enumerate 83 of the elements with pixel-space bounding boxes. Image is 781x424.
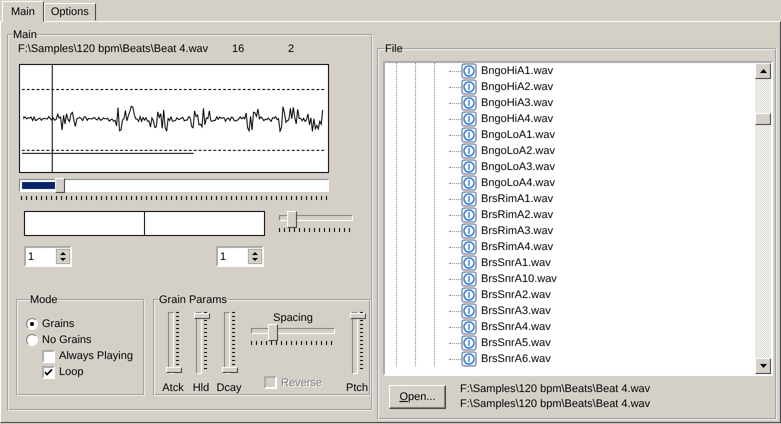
radio-button[interactable] xyxy=(26,318,38,330)
slider-label: Ptch xyxy=(346,382,368,394)
slider-thumb[interactable] xyxy=(350,313,366,319)
checkbox[interactable] xyxy=(42,366,55,378)
slider-label: Spacing xyxy=(273,312,313,324)
scroll-up-button[interactable] xyxy=(755,63,771,79)
file-name[interactable]: BngoLoA4.wav xyxy=(481,177,555,189)
file-path: F:\Samples\120 bpm\Beats\Beat 4.wav xyxy=(460,383,650,395)
file-name[interactable]: BngoLoA1.wav xyxy=(481,129,555,141)
slider-thumb[interactable] xyxy=(286,211,297,228)
spin-arrows-icon[interactable] xyxy=(56,249,70,264)
radio-label: Grains xyxy=(42,318,74,330)
audio-file-icon xyxy=(461,239,477,255)
file-path: F:\Samples\120 bpm\Beats\Beat 4.wav xyxy=(460,398,650,410)
down-arrow-icon xyxy=(760,364,766,368)
file-path: F:\Samples\120 bpm\Beats\Beat 4.wav xyxy=(18,43,210,57)
slider-label: Hld xyxy=(192,382,210,394)
file-name[interactable]: BrsRimA3.wav xyxy=(481,225,554,237)
file-name[interactable]: BrsSnrA6.wav xyxy=(481,353,551,365)
file-name[interactable]: BrsSnrA4.wav xyxy=(481,321,551,333)
file-name[interactable]: BrsRimA4.wav xyxy=(481,241,554,253)
audio-file-icon xyxy=(461,191,477,207)
group-title: Mode xyxy=(30,294,58,306)
slider-thumb[interactable] xyxy=(166,367,182,373)
group-title: File xyxy=(385,43,403,55)
scroll-thumb[interactable] xyxy=(755,113,771,125)
tab[interactable]: Options xyxy=(44,3,96,21)
audio-file-icon xyxy=(461,79,477,95)
audio-file-icon xyxy=(461,175,477,191)
slider-label: Atck xyxy=(162,382,184,394)
file-name[interactable]: BngoLoA2.wav xyxy=(481,145,555,157)
value-text: 2 xyxy=(288,43,294,57)
checkbox[interactable] xyxy=(42,350,55,362)
open-button[interactable]: Open... xyxy=(389,384,446,408)
slider-thumb[interactable] xyxy=(55,178,65,193)
spin-field[interactable]: 1 xyxy=(216,246,264,267)
up-arrow-icon xyxy=(760,69,766,73)
audio-file-icon xyxy=(461,95,477,111)
file-name[interactable]: BrsSnrA3.wav xyxy=(481,305,551,317)
audio-file-icon xyxy=(461,207,477,223)
audio-file-icon xyxy=(461,159,477,175)
audio-file-icon xyxy=(461,111,477,127)
file-name[interactable]: BrsSnrA5.wav xyxy=(481,337,551,349)
file-name[interactable]: BrsSnrA2.wav xyxy=(481,289,551,301)
file-name[interactable]: BrsSnrA10.wav xyxy=(481,273,557,285)
file-name[interactable]: BngoHiA2.wav xyxy=(481,81,554,93)
slider-label: Dcay xyxy=(216,382,242,394)
file-name[interactable]: BrsRimA1.wav xyxy=(481,193,554,205)
checkbox-label: Always Playing xyxy=(59,350,133,362)
file-name[interactable]: BngoLoA3.wav xyxy=(481,161,555,173)
checkbox-label: Loop xyxy=(59,366,84,378)
file-name[interactable]: BrsSnrA1.wav xyxy=(481,257,551,269)
slider-thumb[interactable] xyxy=(222,367,238,373)
slider-thumb[interactable] xyxy=(268,324,278,341)
value-text: 16 xyxy=(232,43,246,57)
file-name[interactable]: BrsRimA2.wav xyxy=(481,209,554,221)
position-slider[interactable] xyxy=(19,179,329,192)
group-title: Main xyxy=(13,29,37,41)
slider-thumb[interactable] xyxy=(194,313,210,319)
audio-file-icon xyxy=(461,335,477,351)
radio-label: No Grains xyxy=(42,334,92,346)
file-name[interactable]: BngoHiA4.wav xyxy=(481,113,554,125)
audio-file-icon xyxy=(461,351,477,367)
audio-file-icon xyxy=(461,255,477,271)
file-name[interactable]: BngoHiA1.wav xyxy=(481,65,554,77)
audio-file-icon xyxy=(461,287,477,303)
audio-file-icon xyxy=(461,271,477,287)
group-title: Grain Params xyxy=(159,294,227,306)
audio-file-icon xyxy=(461,127,477,143)
tick-marks xyxy=(204,312,206,372)
tick-marks xyxy=(360,312,362,372)
scrollbar-track[interactable] xyxy=(755,63,771,374)
spin-field[interactable]: 1 xyxy=(24,246,72,267)
spin-arrows-icon[interactable] xyxy=(248,249,262,264)
audio-file-icon xyxy=(461,143,477,159)
checkbox-label: Reverse xyxy=(281,376,322,388)
audio-file-icon xyxy=(461,223,477,239)
tab[interactable]: Main xyxy=(2,1,44,22)
file-name[interactable]: BngoHiA3.wav xyxy=(481,97,554,109)
audio-file-icon xyxy=(461,319,477,335)
radio-button[interactable] xyxy=(26,334,38,346)
audio-file-icon xyxy=(461,303,477,319)
scroll-down-button[interactable] xyxy=(755,358,771,374)
